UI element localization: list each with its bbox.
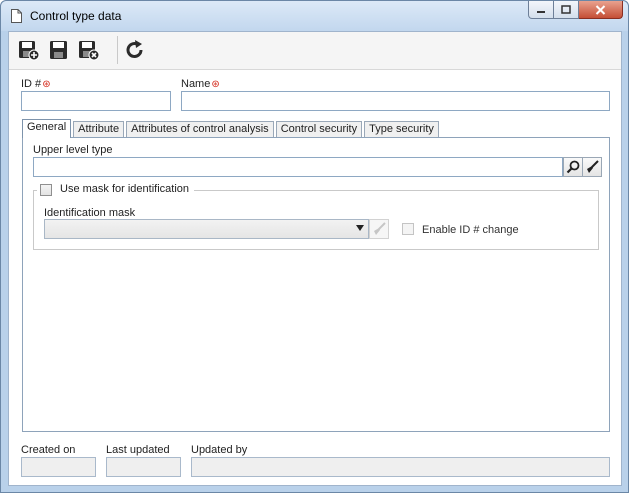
save-new-icon [19,41,40,61]
name-required-icon: ⊛ [211,79,220,90]
last-updated-field [106,457,181,477]
last-updated-label: Last updated [106,444,170,456]
dropdown-arrow-icon [356,225,364,231]
clear-upper-level-button[interactable] [582,157,602,177]
upper-level-type-label: Upper level type [33,144,113,156]
close-button[interactable] [579,1,623,19]
dialog-window: Control type data ID #⊛ Name⊛ General At… [0,0,629,493]
title-bar[interactable]: Control type data [1,1,628,31]
created-on-label: Created on [21,444,76,456]
updated-by-label: Updated by [191,444,248,456]
tab-type-security[interactable]: Type security [364,121,439,138]
use-mask-legend: Use mask for identification [37,182,194,198]
updated-by-field [191,457,610,477]
use-mask-checkbox[interactable] [40,184,52,196]
enable-id-change-label: Enable ID # change [422,224,519,236]
created-on-field [21,457,96,477]
id-label: ID #⊛ [21,78,51,90]
dialog-content: ID #⊛ Name⊛ General Attribute Attributes… [8,31,622,486]
identification-mask-select[interactable] [44,219,369,239]
name-input[interactable] [181,91,610,111]
name-label-text: Name [181,78,211,90]
refresh-icon [126,40,143,58]
maximize-icon [561,5,571,14]
general-tab-panel: Upper level type Use mask for identifica… [22,137,610,432]
save-and-exit-button[interactable] [77,38,101,62]
document-icon [11,9,22,23]
upper-level-type-input[interactable] [33,157,563,177]
identification-mask-label: Identification mask [44,207,136,219]
close-icon [595,4,606,15]
save-button[interactable] [47,38,71,62]
name-label: Name⊛ [181,78,220,90]
search-icon [566,160,580,174]
id-label-text: ID # [21,78,42,90]
id-input[interactable] [21,91,171,111]
clear-mask-button[interactable] [369,219,389,239]
id-required-icon: ⊛ [42,79,51,90]
identification-mask-group: Use mask for identification Identificati… [33,182,599,250]
tab-general[interactable]: General [22,119,72,138]
tab-control-security[interactable]: Control security [275,121,363,138]
tab-attribute[interactable]: Attribute [73,121,125,138]
save-icon [50,41,67,59]
tab-attributes-of-control-analysis[interactable]: Attributes of control analysis [126,121,274,138]
eraser-brush-icon [587,160,599,173]
toolbar [9,32,621,70]
save-and-new-button[interactable] [17,38,41,62]
enable-id-change-checkbox[interactable] [402,223,414,235]
window-title: Control type data [30,9,122,23]
minimize-icon [537,10,545,13]
minimize-button[interactable] [528,1,554,19]
tab-strip: General Attribute Attributes of control … [22,119,441,138]
search-upper-level-button[interactable] [563,157,583,177]
eraser-brush-icon [374,222,386,235]
toolbar-separator [117,36,118,64]
use-mask-label: Use mask for identification [60,183,189,195]
refresh-button[interactable] [123,38,147,62]
save-close-icon [79,41,100,61]
maximize-button[interactable] [554,1,579,19]
